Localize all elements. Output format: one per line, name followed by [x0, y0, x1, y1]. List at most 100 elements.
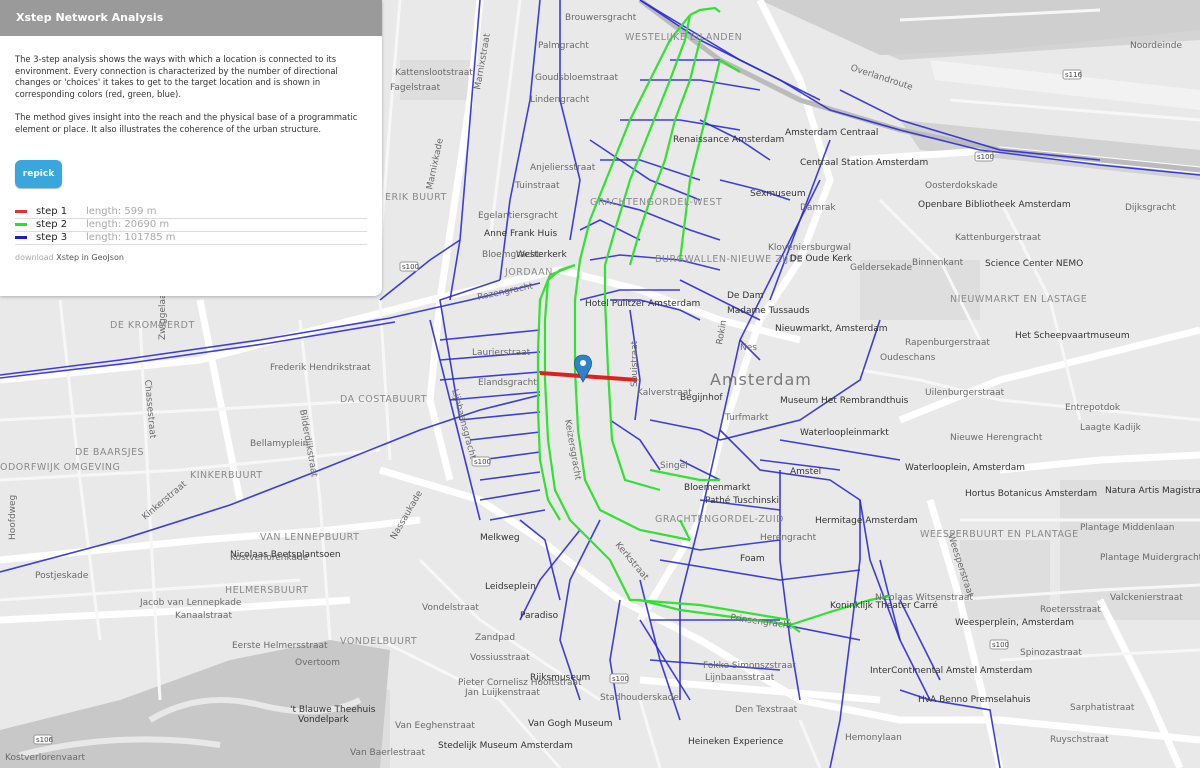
map-label: Laurierstraat — [472, 348, 531, 358]
map-label: Eerste Helmersstraat — [232, 641, 328, 651]
map-label: Nes — [740, 343, 757, 353]
legend-row-step1: step 1 length: 599 m — [15, 206, 367, 219]
map-label: Openbare Bibliotheek Amsterdam — [918, 200, 1071, 210]
map-label: Hermitage Amsterdam — [815, 516, 918, 526]
map-label: Sarphatistraat — [1070, 703, 1135, 713]
map-label: Noordeinde — [1130, 41, 1182, 51]
road-shield-icon: s100 — [989, 639, 1009, 650]
map-label: Van Baerlestraat — [350, 748, 425, 758]
map-label: Oudeschans — [880, 353, 936, 363]
map-label: s100 — [612, 675, 629, 683]
map-label: Bloemgracht — [482, 250, 540, 260]
legend-length: length: 20690 m — [86, 218, 170, 230]
legend-label: step 3 — [36, 231, 68, 243]
step1-swatch — [15, 210, 27, 214]
map-label: Geldersekade — [850, 263, 912, 273]
map-label: WEESPERBUURT EN PLANTAGE — [920, 529, 1079, 540]
road-shield-icon: s116 — [1062, 69, 1083, 80]
map-label: Uilenburgerstraat — [925, 388, 1005, 398]
road-shield-icon: s100 — [399, 261, 419, 272]
map-label: Van Eeghenstraat — [395, 721, 475, 731]
map-label: Fagelstraat — [390, 83, 441, 93]
map-label: Valckenierstraat — [1110, 593, 1183, 603]
legend-length: length: 101785 m — [86, 231, 176, 243]
map-label: Egelantiersgracht — [478, 211, 558, 221]
map-label: Hoofdweg — [8, 495, 18, 540]
map-label: Nieuwmarkt, Amsterdam — [775, 324, 888, 334]
legend-label: step 1 — [36, 205, 68, 217]
download-geojson-link[interactable]: Xstep in GeoJson — [56, 253, 124, 262]
map-label: Goudsbloemstraat — [535, 73, 619, 83]
map-label: Lindengracht — [530, 95, 590, 105]
map-label: Elandsgracht — [478, 378, 537, 388]
step3-swatch — [15, 236, 27, 240]
download-prefix: download — [15, 252, 54, 262]
map-label: Damrak — [800, 203, 836, 213]
map-label: NIEUWMARKT EN LASTAGE — [950, 294, 1087, 305]
map-label: Anne Frank Huis — [484, 229, 557, 239]
map-label: Hotel Pulitzer Amsterdam — [585, 299, 700, 309]
road-shield-icon: s106 — [33, 734, 54, 745]
map-label: Kalverstraat — [637, 388, 692, 398]
map-label: InterContinental Amstel Amsterdam — [870, 666, 1032, 676]
map-label: Hortus Botanicus Amsterdam — [965, 489, 1097, 499]
map-label: Leidseplein — [485, 582, 536, 592]
description-paragraph-2: The method gives insight into the reach … — [15, 112, 358, 134]
map-label: VONDELBUURT — [340, 636, 417, 647]
map-label: Melkweg — [480, 533, 520, 543]
map-label: Bloemenmarkt — [684, 483, 751, 493]
map-label: Hemonylaan — [845, 733, 902, 743]
map-label: 't Blauwe Theehuis — [290, 705, 376, 715]
map-label: Waterloopleinmarkt — [800, 428, 889, 438]
map-label: Rapenburgerstraat — [905, 338, 990, 348]
map-label: Lijnbaansstraat — [705, 673, 775, 683]
map-label: Science Center NEMO — [985, 259, 1083, 269]
map-label: Plantage Muidergracht — [1100, 553, 1200, 563]
map-label: Ruyschstraat — [1050, 735, 1109, 745]
map-label: Brouwersgracht — [565, 13, 637, 23]
panel-title: Xstep Network Analysis — [0, 0, 382, 36]
map-label: s100 — [977, 153, 994, 161]
info-panel: Xstep Network Analysis The 3-step analys… — [0, 0, 382, 296]
map-label: Jacob van Lennepkade — [139, 598, 242, 608]
map-label: Waterlooplein, Amsterdam — [905, 463, 1025, 473]
map-label: Entrepotdok — [1065, 403, 1121, 413]
map-label: VAN LENNEPBUURT — [260, 532, 359, 543]
map-label: BURGWALLEN-NIEUWE ZIJDE — [655, 254, 803, 265]
map-label: Museum Het Rembrandthuis — [780, 396, 909, 406]
map-label: KINKERBUURT — [190, 470, 263, 481]
panel-body: The 3-step analysis shows the ways with … — [0, 36, 382, 263]
map-label: Turfmarkt — [724, 413, 769, 423]
repick-button[interactable]: repick — [15, 159, 62, 188]
map-label: Kattenslootstraat — [395, 68, 473, 78]
map-label: Oosterdokskade — [925, 181, 998, 191]
download-line: download Xstep in GeoJson — [15, 252, 367, 264]
map-label: DA COSTABUURT — [340, 394, 427, 405]
map-label: Overtoom — [295, 658, 340, 668]
map-label: Den Texstraat — [735, 705, 798, 715]
map-label: Weesperplein, Amsterdam — [955, 618, 1074, 628]
map-label: Kattenburgerstraat — [955, 233, 1041, 243]
map-label: Van Gogh Museum — [528, 719, 612, 729]
map-label: Foam — [740, 554, 765, 564]
legend-label: step 2 — [36, 218, 68, 230]
legend-row-step2: step 2 length: 20690 m — [15, 219, 367, 232]
description-paragraph-1: The 3-step analysis shows the ways with … — [15, 54, 338, 99]
map-label: ERIK BUURT — [385, 192, 447, 203]
map-label: Spinozastraat — [1020, 648, 1082, 658]
map-label: Zandpad — [475, 633, 515, 643]
map-label: Stedelijk Museum Amsterdam — [438, 741, 573, 751]
map-label: Plantage Middenlaan — [1080, 523, 1174, 533]
map-label: s106 — [36, 736, 54, 744]
road-shield-icon: s100 — [974, 151, 994, 162]
map-label: Centraal Station Amsterdam — [800, 158, 928, 168]
map-label: s100 — [992, 641, 1009, 649]
map-label: Pathé Tuschinski — [705, 495, 779, 506]
map-label: Spuistraat — [630, 340, 640, 387]
map-label: Amstel — [790, 467, 821, 477]
map-label: DE BAARSJES — [75, 447, 144, 458]
map-label: Frederik Hendrikstraat — [270, 363, 371, 373]
map-label: Dijksgracht — [1125, 203, 1176, 213]
map-label: Sexmuseum — [750, 189, 806, 199]
map-label: Kanaalstraat — [175, 611, 232, 621]
